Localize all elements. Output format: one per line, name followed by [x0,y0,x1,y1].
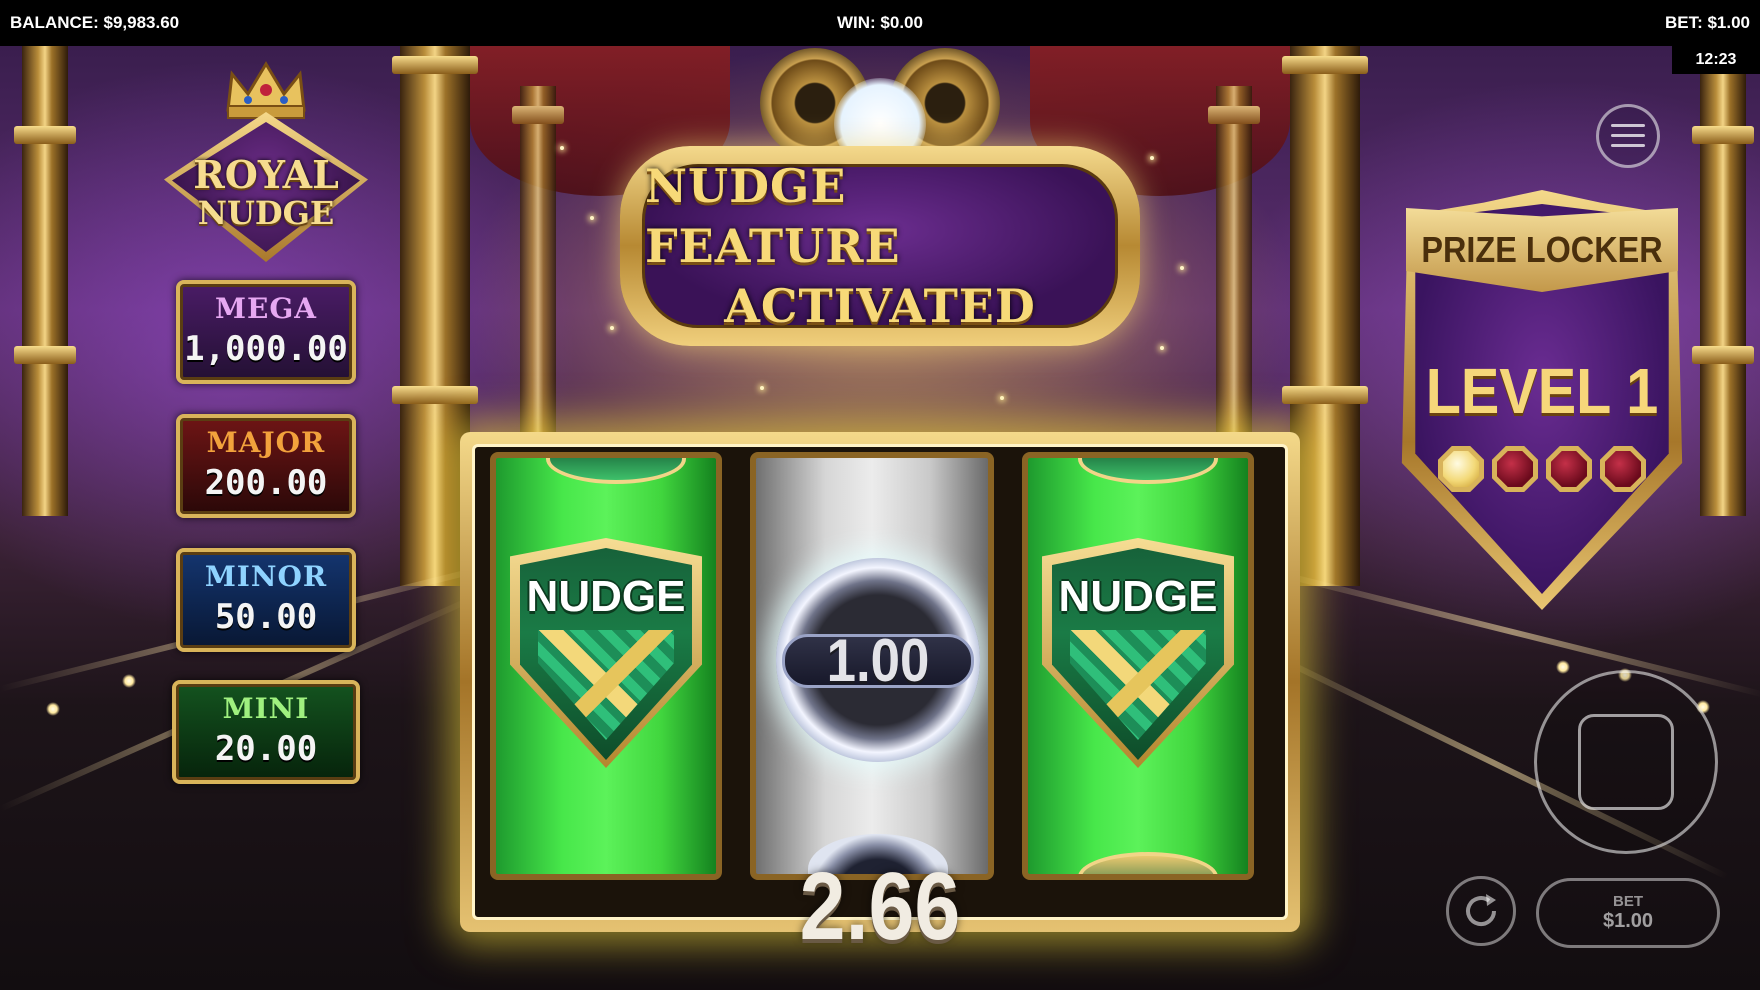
pillar [512,86,564,466]
gem-unlit [1600,446,1646,492]
sparkle [560,146,564,150]
jackpot-mini: MINI 20.00 [172,680,360,784]
banner-line-2: ACTIVATED [724,279,1036,333]
sparkle [1150,156,1154,160]
gem-unlit [1492,446,1538,492]
logo-line-2: NUDGE [197,194,335,232]
symbol-label: NUDGE [1058,572,1218,621]
pillar [1282,46,1368,586]
level-gems [1438,446,1646,492]
balance-readout: BALANCE: $9,983.60 [10,13,180,32]
jackpot-major: MAJOR 200.00 [176,414,356,518]
reel-1: NUDGE [490,452,722,880]
total-win-counter: 2.66 [799,853,961,960]
sparkle [1160,346,1164,350]
feature-banner: NUDGE FEATURE ACTIVATED [620,48,1140,398]
sparkle [1180,266,1184,270]
bet-button-value: $1.00 [1602,910,1654,932]
banner-line-1: NUDGE FEATURE [645,159,901,273]
menu-button[interactable] [1596,104,1660,168]
floor-lamp [122,674,136,688]
jackpot-amount: 200.00 [204,463,328,503]
bet-button[interactable]: BET $1.00 [1536,878,1720,948]
pillar [1208,86,1260,466]
jackpot-name: MINI [222,692,310,725]
bet-button-label: BET [1613,893,1643,910]
autoplay-refresh-icon [1466,894,1497,927]
sparkle [590,216,594,220]
pillar [14,46,76,516]
hamburger-menu-icon [1611,124,1645,147]
nudge-symbol: NUDGE [1042,538,1234,768]
spin-stop-icon [1578,714,1674,810]
crown-icon [226,61,306,119]
gem-unlit [1546,446,1592,492]
nudge-symbol: NUDGE [510,538,702,768]
jackpot-name: MAJOR [206,426,326,459]
prize-locker-level: LEVEL 1 [1425,355,1659,427]
prize-locker: PRIZE LOCKER LEVEL 1 [1396,190,1688,610]
gem-lit [1438,446,1484,492]
game-logo: ROYAL NUDGE [164,60,368,270]
autoplay-button[interactable] [1446,876,1516,946]
prize-locker-title: PRIZE LOCKER [1421,229,1663,270]
floor-lamp [1556,660,1570,674]
coin-symbol: 1.00 [776,558,980,762]
symbol-label: NUDGE [526,572,686,621]
jackpot-name: MINOR [204,560,328,593]
reel-3: NUDGE [1022,452,1254,880]
jackpot-amount: 50.00 [214,597,318,637]
clock: 12:23 [1672,46,1760,74]
coin-value: 1.00 [826,627,930,694]
sparkle [610,326,614,330]
jackpot-mega: MEGA 1,000.00 [176,280,356,384]
win-readout: WIN: $0.00 [837,13,923,32]
logo-line-1: ROYAL [193,152,339,197]
jackpot-amount: 1,000.00 [184,329,348,369]
jackpot-name: MEGA [215,292,317,325]
pillar [1692,46,1754,516]
status-bar: BALANCE: $9,983.60 WIN: $0.00 BET: $1.00 [0,0,1760,46]
floor-lamp [46,702,60,716]
reel-2: 1.00 [750,452,994,880]
bet-readout: BET: $1.00 [1664,13,1750,32]
jackpot-minor: MINOR 50.00 [176,548,356,652]
spin-button[interactable] [1534,670,1718,854]
jackpot-amount: 20.00 [214,729,318,769]
